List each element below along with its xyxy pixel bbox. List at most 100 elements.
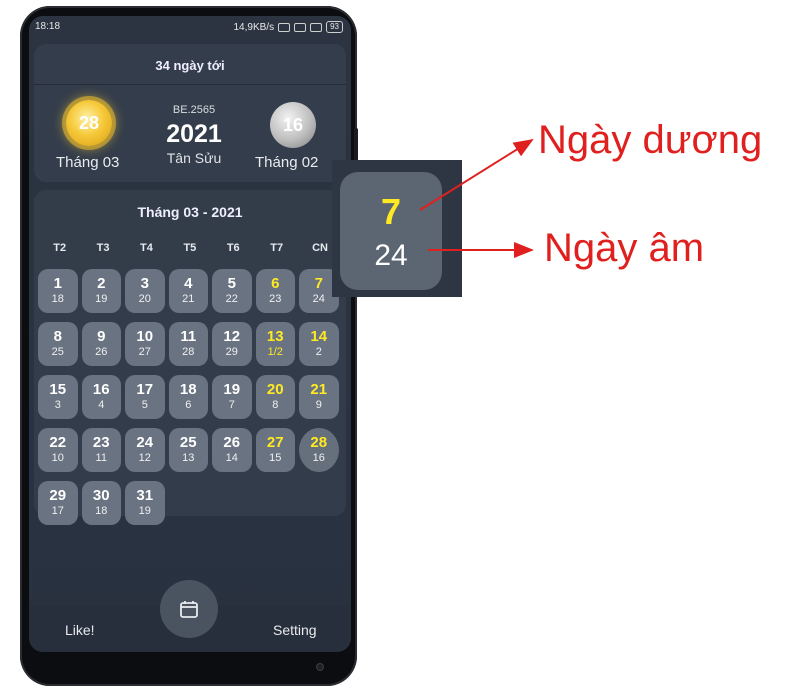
days-until-text: 34 ngày tới [155,58,225,73]
lunar-day-number: 11 [95,452,107,464]
lunar-day-annotation: Ngày âm [544,226,705,270]
calendar-fab-button[interactable] [160,580,218,638]
solar-day-number: 10 [136,328,154,345]
divider [34,84,346,85]
lunar-day-number: 10 [51,452,64,464]
weekday-label: T2 [53,242,67,254]
solar-month-label: Tháng 03 [56,154,120,171]
day-cell[interactable]: 28 16 [299,428,339,472]
solar-day-number: 4 [184,275,193,292]
day-cell[interactable]: 13 1/2 [255,322,295,366]
calendar-title[interactable]: Tháng 03 - 2021 [34,204,346,220]
solar-day-number: 5 [227,275,236,292]
day-cell[interactable]: 15 3 [38,375,78,419]
lunar-day-number: 26 [95,346,108,358]
solar-day-number: 31 [136,487,154,504]
solar-day-number: 2 [97,275,106,292]
day-cell[interactable]: 11 28 [168,322,208,366]
day-cell[interactable]: 22 10 [38,428,78,472]
day-cell[interactable]: 17 5 [125,375,165,419]
day-cell[interactable]: 10 27 [125,322,165,366]
day-cell[interactable]: 19 7 [212,375,252,419]
battery-icon: 93 [326,21,343,33]
lunar-day-number: 1/2 [267,346,283,358]
day-cell[interactable]: 20 8 [255,375,295,419]
day-cell[interactable]: 25 13 [168,428,208,472]
day-cell[interactable]: 4 21 [168,269,208,313]
lunar-day-number: 23 [269,293,282,305]
calendar-card: Tháng 03 - 2021 T2 T3 T4 T5 T6 T7 CN 1 18… [34,190,346,525]
day-cell[interactable]: 16 4 [81,375,121,419]
solar-day-number: 13 [266,328,284,345]
day-cell[interactable]: 219 [81,269,121,313]
day-cell[interactable]: 8 25 [38,322,78,366]
day-cell[interactable]: 9 26 [81,322,121,366]
year-label: 2021 [166,120,222,148]
buddhist-era: BE.2565 [172,104,216,116]
day-cell[interactable]: 26 14 [212,428,252,472]
solar-day-number: 25 [179,434,197,451]
solar-day-number: 26 [223,434,241,451]
front-camera-icon [316,663,324,671]
solar-day-number: 30 [92,487,110,504]
day-cell[interactable]: 12 29 [212,322,252,366]
solar-day-number: 8 [53,328,62,345]
solar-day-number: 24 [136,434,154,451]
lunar-day-number: 27 [138,346,151,358]
lunar-day-number: 3 [54,399,61,411]
day-cell[interactable]: 3 20 [125,269,165,313]
solar-day-number: 15 [49,381,67,398]
status-time: 18:18 [35,21,61,32]
lunar-day-number: 18 [51,293,64,305]
day-cell[interactable]: 18 6 [168,375,208,419]
day-cell[interactable]: 1 18 [38,269,78,313]
like-button[interactable]: Like! [65,622,95,638]
setting-button[interactable]: Setting [273,622,317,638]
status-bar: 18:18 14,9KB/s 93 [29,16,351,38]
zoom-solar-day: 7 [380,191,402,232]
solar-day-number: 27 [266,434,284,451]
solar-day-annotation: Ngày dương [538,118,763,162]
day-cell[interactable]: 6 23 [255,269,295,313]
lunar-day-number: 29 [225,346,238,358]
weekday-header: T2 T3 T4 T5 T6 T7 CN [38,242,342,254]
solar-day-number: 22 [49,434,67,451]
solar-day-number: 16 [92,381,110,398]
day-cell[interactable]: 27 15 [255,428,295,472]
lunar-month-label: Tháng 02 [255,154,319,171]
lunar-day-number: 17 [51,505,64,517]
solar-day-number: 6 [271,275,280,292]
signal-icon [278,22,291,32]
solar-day-number: 9 [97,328,106,345]
day-cell[interactable]: 219 [299,375,339,419]
lunar-day-number: 7 [228,399,235,411]
sun-icon: 28 [66,100,112,146]
app-screen: 18:18 14,9KB/s 93 34 ngày tới 28 Tháng 0… [29,16,351,652]
wifi-icon [310,22,323,32]
day-cell[interactable]: 5 22 [212,269,252,313]
lunar-day-number: 21 [182,293,195,305]
lunar-day-number: 14 [225,452,238,464]
lunar-day-number: 28 [182,346,195,358]
day-cell[interactable]: 23 11 [81,428,121,472]
weekday-label: T5 [183,242,197,254]
weekday-label: T3 [96,242,110,254]
weekday-label: T4 [140,242,153,254]
lunar-day-number: 5 [141,399,148,411]
day-cell[interactable]: 29 17 [38,481,78,525]
lunar-day-number: 2 [315,346,322,358]
day-cell[interactable]: 30 18 [81,481,121,525]
signal-icon-2 [294,22,307,32]
solar-day-number: 18 [179,381,197,398]
solar-day-number: 23 [92,434,110,451]
day-cell[interactable]: 31 19 [125,481,165,525]
solar-day-number: 29 [49,487,67,504]
zoom-day-cell: 7 24 [340,172,442,290]
status-right: 14,9KB/s 93 [234,21,343,33]
solar-day-number: 12 [223,328,241,345]
day-grid: 1 18 2 19 3 20 4 21 5 22 6 23 7 24 8 25 9 26 10 27 11 28 12 29 1… [38,269,339,525]
day-cell[interactable]: 24 12 [125,428,165,472]
day-cell[interactable]: 14 2 [299,322,339,366]
lunar-day-number: 6 [185,399,192,411]
calendar-icon [180,601,198,618]
